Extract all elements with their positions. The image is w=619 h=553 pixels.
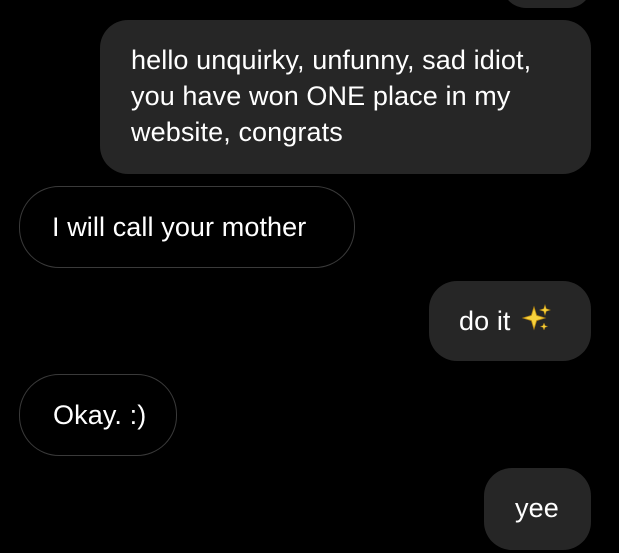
received-message-bubble[interactable]: I will call your mother (19, 186, 355, 268)
message-text: hello unquirky, unfunny, sad idiot, you … (131, 45, 532, 147)
received-message-bubble[interactable]: Okay. :) (19, 374, 177, 456)
message-text: do it (459, 306, 511, 336)
message-thread: hello unquirky, unfunny, sad idiot, you … (0, 0, 619, 553)
message-text: yee (515, 493, 559, 523)
message-text: I will call your mother (52, 212, 307, 242)
message-text: Okay. :) (53, 400, 147, 430)
sent-message-bubble[interactable]: hello unquirky, unfunny, sad idiot, you … (100, 20, 591, 174)
sent-message-bubble[interactable]: yee (484, 468, 591, 550)
sparkles-icon (521, 304, 551, 343)
previous-message-bubble[interactable] (502, 0, 592, 8)
sent-message-bubble[interactable]: do it (429, 281, 591, 361)
